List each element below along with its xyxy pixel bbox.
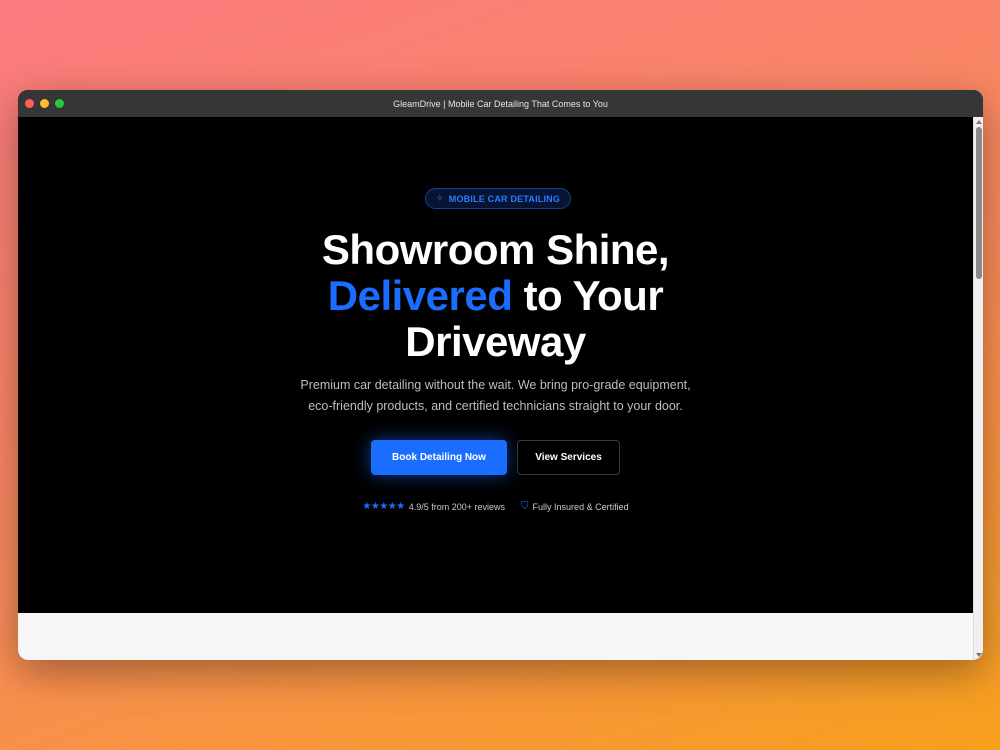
browser-window: GleamDrive | Mobile Car Detailing That C… (18, 90, 983, 660)
headline-line-2: to Your (512, 272, 664, 319)
book-detailing-button[interactable]: Book Detailing Now (371, 440, 507, 475)
vertical-scrollbar[interactable] (973, 117, 983, 660)
rating-text: 4.9/5 from 200+ reviews (408, 501, 506, 512)
next-section (18, 613, 973, 660)
insured-indicator: ⛉ Fully Insured & Certified (521, 501, 629, 512)
hero-section: ✧ MOBILE CAR DETAILING Showroom Shine, D… (18, 117, 973, 613)
badge-label: MOBILE CAR DETAILING (448, 193, 561, 204)
headline-line-3: Driveway (405, 318, 586, 365)
cta-row: Book Detailing Now View Services (18, 440, 973, 475)
maximize-window-button[interactable] (55, 99, 64, 108)
shield-check-icon: ⛉ (521, 501, 529, 512)
trust-indicators: ★★★★★ 4.9/5 from 200+ reviews ⛉ Fully In… (18, 501, 973, 512)
headline-accent: Delivered (327, 272, 513, 319)
category-badge: ✧ MOBILE CAR DETAILING (425, 188, 572, 209)
view-services-button[interactable]: View Services (517, 440, 620, 475)
hero-headline: Showroom Shine, Delivered to Your Drivew… (18, 227, 973, 365)
scrollbar-thumb[interactable] (976, 127, 982, 279)
rating-indicator: ★★★★★ 4.9/5 from 200+ reviews (362, 501, 505, 512)
insured-text: Fully Insured & Certified (532, 501, 629, 512)
headline-line-1: Showroom Shine, (321, 226, 670, 273)
close-window-button[interactable] (25, 99, 34, 108)
sparkles-icon: ✧ (436, 193, 444, 203)
subtext-line-1: Premium car detailing without the wait. … (300, 378, 691, 392)
title-bar: GleamDrive | Mobile Car Detailing That C… (18, 90, 983, 117)
star-rating-icon: ★★★★★ (362, 501, 405, 512)
window-controls (25, 99, 64, 108)
window-title: GleamDrive | Mobile Car Detailing That C… (393, 98, 608, 109)
page-viewport: ✧ MOBILE CAR DETAILING Showroom Shine, D… (18, 117, 973, 660)
scroll-up-arrow-icon[interactable] (976, 120, 982, 124)
minimize-window-button[interactable] (40, 99, 49, 108)
subtext-line-2: eco-friendly products, and certified tec… (308, 399, 683, 413)
hero-subtext: Premium car detailing without the wait. … (18, 375, 973, 417)
scroll-down-arrow-icon[interactable] (976, 653, 982, 657)
